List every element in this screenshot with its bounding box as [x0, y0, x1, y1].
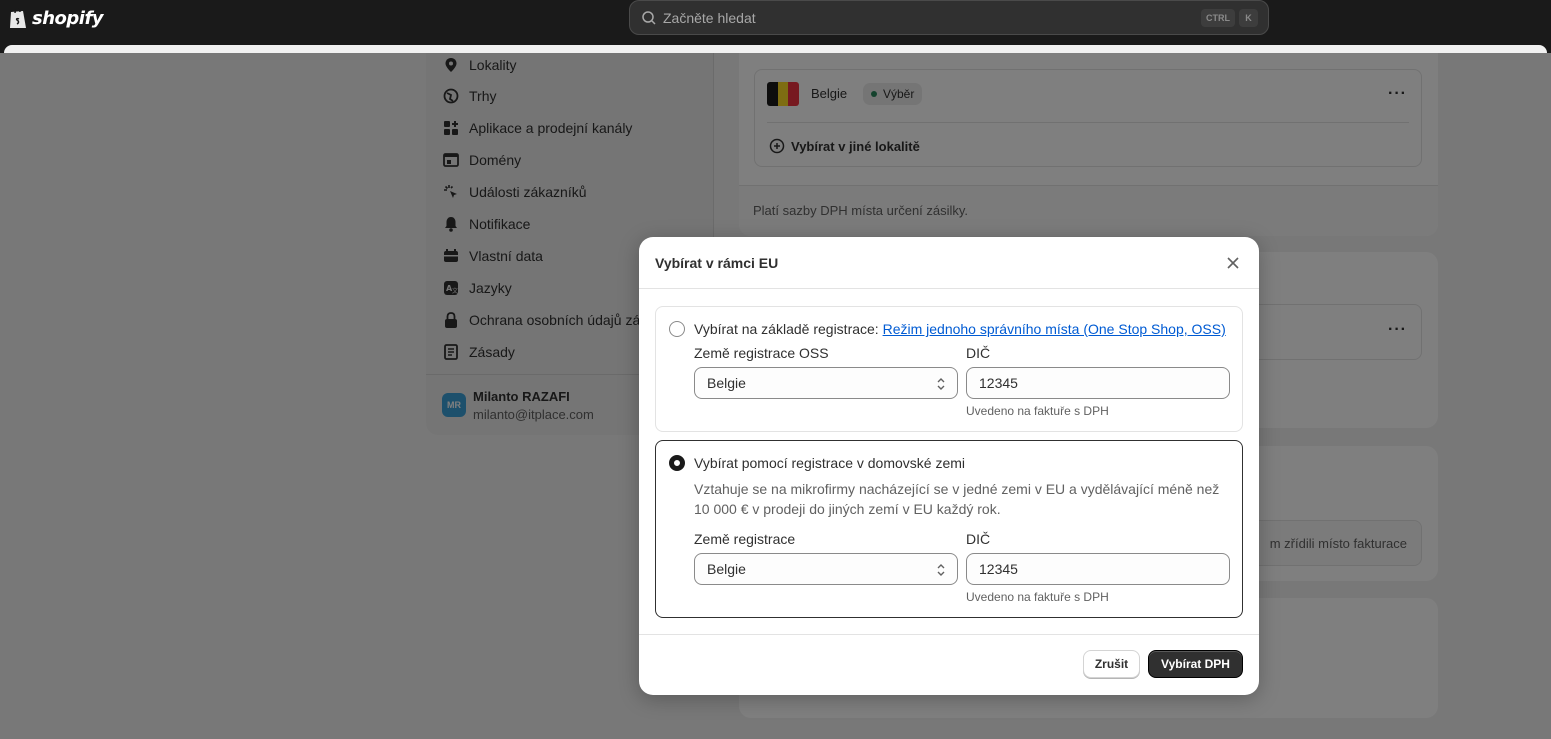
- shopify-bag-icon: [10, 8, 26, 28]
- select-chevron-icon: [937, 378, 945, 390]
- option-home-country-registration[interactable]: Vybírat pomocí registrace v domovské zem…: [655, 440, 1243, 618]
- option-title: Vybírat pomocí registrace v domovské zem…: [694, 455, 966, 471]
- option-title: Vybírat na základě registrace: Režim jed…: [694, 321, 1226, 337]
- dialog-header: Vybírat v rámci EU: [639, 237, 1259, 289]
- shortcut-ctrl-key: CTRL: [1201, 9, 1235, 27]
- oss-country-label: Země registrace OSS: [694, 345, 829, 361]
- oss-vat-input[interactable]: 12345: [966, 367, 1230, 399]
- oss-vat-label: DIČ: [966, 345, 991, 361]
- shortcut-k-key: K: [1239, 9, 1258, 27]
- option-oss-registration[interactable]: Vybírat na základě registrace: Režim jed…: [655, 306, 1243, 432]
- search-placeholder: Začněte hledat: [663, 9, 756, 26]
- oss-country-value: Belgie: [707, 375, 746, 391]
- option-title-prefix: Vybírat na základě registrace:: [694, 321, 883, 337]
- search-bar[interactable]: Začněte hledat CTRL K: [629, 0, 1269, 35]
- eu-collection-dialog: Vybírat v rámci EU Vybírat na základě re…: [639, 237, 1259, 695]
- radio-home-country[interactable]: [669, 455, 685, 471]
- dialog-title: Vybírat v rámci EU: [655, 255, 779, 271]
- home-vat-input[interactable]: 12345: [966, 553, 1230, 585]
- home-vat-help: Uvedeno na faktuře s DPH: [966, 590, 1109, 604]
- home-country-label: Země registrace: [694, 531, 796, 547]
- oss-vat-help: Uvedeno na faktuře s DPH: [966, 404, 1109, 418]
- collect-vat-button[interactable]: Vybírat DPH: [1148, 650, 1243, 678]
- option-description: Vztahuje se na mikrofirmy nacházející se…: [694, 481, 1220, 517]
- close-icon[interactable]: [1225, 255, 1241, 271]
- oss-country-select[interactable]: Belgie: [694, 367, 958, 399]
- topbar-edge: [0, 45, 1551, 53]
- select-chevron-icon: [937, 564, 945, 576]
- home-country-value: Belgie: [707, 561, 746, 577]
- cancel-button[interactable]: Zrušit: [1083, 650, 1140, 678]
- top-bar: shopify Začněte hledat CTRL K: [0, 0, 1551, 45]
- radio-oss[interactable]: [669, 321, 685, 337]
- dialog-footer: Zrušit Vybírat DPH: [639, 634, 1259, 695]
- brand-name: shopify: [32, 7, 104, 29]
- search-icon: [642, 10, 656, 25]
- oss-link[interactable]: Režim jednoho správního místa (One Stop …: [883, 321, 1226, 337]
- shopify-logo[interactable]: shopify: [8, 6, 104, 30]
- home-vat-label: DIČ: [966, 531, 991, 547]
- home-country-select[interactable]: Belgie: [694, 553, 958, 585]
